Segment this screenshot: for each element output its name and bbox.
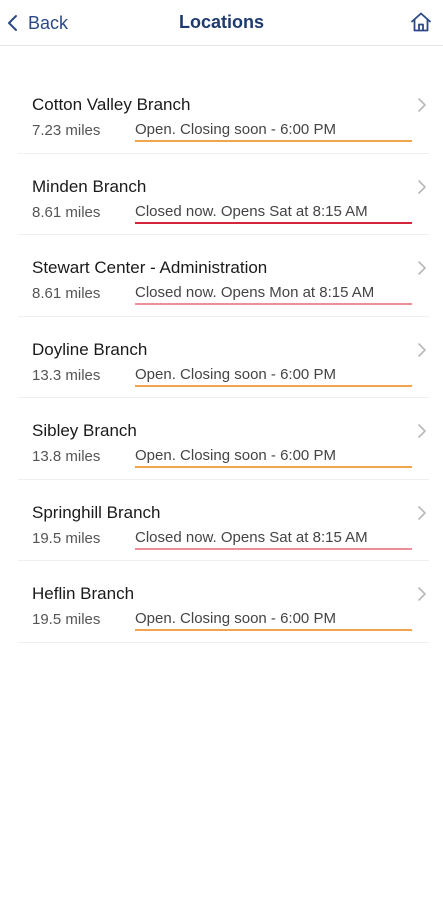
location-status: Closed now. Opens Sat at 8:15 AM xyxy=(135,203,412,224)
chevron-right-icon xyxy=(418,342,426,357)
location-row[interactable]: Sibley Branch 13.8 miles Open. Closing soo… xyxy=(18,398,429,480)
location-name: Sibley Branch xyxy=(32,421,137,440)
chevron-right-icon xyxy=(418,98,426,112)
chevron-right-icon xyxy=(418,505,426,520)
chevron-right-icon xyxy=(418,179,426,194)
nav-bar: Back Locations xyxy=(0,0,443,46)
chevron-right-icon xyxy=(418,261,426,275)
location-name: Heflin Branch xyxy=(32,584,135,603)
home-icon[interactable] xyxy=(409,10,433,34)
location-name: Stewart Center - Administration xyxy=(32,258,268,277)
location-distance: 8.61 miles xyxy=(32,203,101,221)
location-distance: 8.61 miles xyxy=(32,285,101,302)
location-name: Cotton Valley Branch xyxy=(32,95,191,114)
location-status: Closed now. Opens Mon at 8:15 AM xyxy=(135,284,412,305)
location-row[interactable]: Minden Branch 8.61 miles Closed now. Opens… xyxy=(18,154,429,235)
location-row[interactable]: Doyline Branch 13.3 miles Open. Closing so… xyxy=(18,317,429,398)
location-row[interactable]: Cotton Valley Branch 7.23 miles Open. Clos… xyxy=(18,72,429,154)
chevron-right-icon xyxy=(418,424,426,438)
location-name: Doyline Branch xyxy=(32,339,148,359)
location-status: Closed now. Opens Sat at 8:15 AM xyxy=(135,529,412,550)
location-distance: 13.8 miles xyxy=(32,448,101,465)
location-distance: 13.3 miles xyxy=(32,366,101,384)
location-distance: 19.5 miles xyxy=(32,611,101,628)
location-name: Springhill Branch xyxy=(32,502,161,522)
location-row[interactable]: Springhill Branch 19.5 miles Closed now. O… xyxy=(18,480,429,561)
location-list: Cotton Valley Branch 7.23 miles Open. Clos… xyxy=(0,72,443,643)
location-distance: 19.5 miles xyxy=(32,529,101,547)
page-title: Locations xyxy=(178,12,264,32)
location-status: Open. Closing soon - 6:00 PM xyxy=(135,366,412,387)
location-row[interactable]: Stewart Center - Administration 8.61 mile… xyxy=(18,235,429,317)
location-status: Open. Closing soon - 6:00 PM xyxy=(135,610,412,631)
location-status: Open. Closing soon - 6:00 PM xyxy=(135,447,412,468)
location-name: Minden Branch xyxy=(32,176,147,196)
location-distance: 7.23 miles xyxy=(32,122,101,139)
chevron-right-icon xyxy=(418,587,426,601)
location-status: Open. Closing soon - 6:00 PM xyxy=(135,121,412,142)
location-row[interactable]: Heflin Branch 19.5 miles Open. Closing soo… xyxy=(18,561,429,643)
